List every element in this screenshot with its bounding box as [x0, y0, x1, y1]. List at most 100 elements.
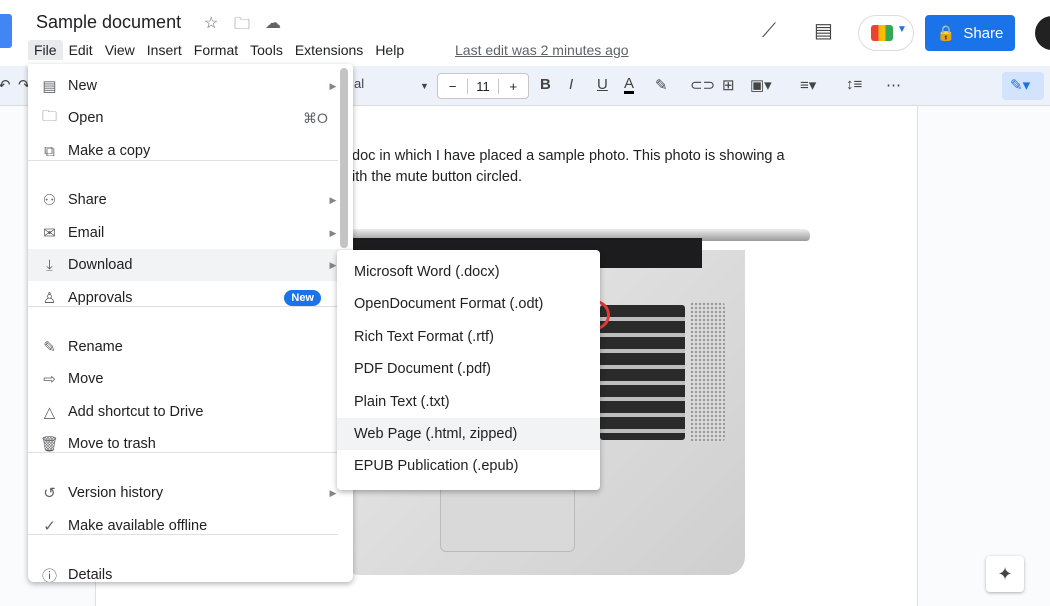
file-menu-item-new[interactable]: ▤ New ▶ — [28, 70, 353, 102]
chevron-down-icon: ▼ — [897, 24, 907, 35]
download-option[interactable]: Microsoft Word (.docx) — [337, 256, 600, 288]
offline-icon: ✓ — [43, 518, 56, 535]
paragraph-line: doc in which I have placed a sample phot… — [352, 148, 785, 164]
editing-mode-button[interactable]: ✎▾ — [1002, 72, 1044, 100]
menu-file[interactable]: File — [28, 40, 63, 60]
explore-button[interactable]: ✦ — [986, 556, 1024, 592]
menu-item-label: Approvals — [68, 290, 133, 306]
last-edit-link[interactable]: Last edit was 2 minutes ago — [455, 42, 629, 58]
share-button[interactable]: 🔒 Share — [925, 15, 1015, 51]
download-option[interactable]: PDF Document (.pdf) — [337, 353, 600, 385]
docs-logo-icon[interactable] — [0, 14, 12, 48]
cloud-status-icon[interactable]: ☁ — [265, 13, 281, 33]
document-title[interactable]: Sample document — [36, 12, 181, 33]
file-menu-item-approvals[interactable]: ♙ Approvals New — [28, 282, 353, 314]
menu-item-label: Add shortcut to Drive — [68, 404, 204, 420]
meet-icon — [871, 25, 893, 41]
download-icon: ⤓ — [46, 256, 53, 274]
menu-item-label: Version history — [68, 485, 164, 501]
pencil-icon: ✎▾ — [1010, 77, 1031, 94]
more-icon[interactable]: ⋯ — [886, 76, 901, 94]
menu-tools[interactable]: Tools — [244, 40, 289, 60]
file-menu-item-share[interactable]: ⚇ Share ▶ — [28, 184, 353, 216]
star-icon[interactable]: ☆ — [204, 13, 218, 33]
document-paragraph[interactable]: doc in which I have placed a sample phot… — [352, 146, 812, 188]
history-icon: ↺ — [43, 485, 56, 502]
link-icon[interactable]: ⊂⊃ — [690, 76, 715, 94]
menu-item-label: Email — [68, 225, 105, 241]
decrease-font-size-button[interactable]: − — [438, 79, 467, 94]
menu-item-label: New — [68, 78, 98, 94]
file-menu-item-make-a-copy[interactable]: ⧉ Make a copy — [28, 135, 353, 167]
italic-icon[interactable]: I — [569, 76, 573, 93]
file-menu-item-version-history[interactable]: ↺ Version history ▶ — [28, 477, 353, 509]
explore-icon: ✦ — [997, 564, 1013, 584]
drive-shortcut-icon: △ — [43, 404, 56, 421]
move-icon: ⇨ — [43, 371, 56, 388]
increase-font-size-button[interactable]: + — [499, 79, 528, 94]
download-option[interactable]: EPUB Publication (.epub) — [337, 450, 600, 482]
person-add-icon: ⚇ — [42, 192, 57, 209]
menu-edit[interactable]: Edit — [63, 40, 99, 60]
underline-icon[interactable]: U — [597, 76, 608, 93]
download-option[interactable]: Rich Text Format (.rtf) — [337, 321, 600, 353]
bold-icon[interactable]: B — [540, 76, 551, 93]
font-dropdown-icon[interactable]: ▼ — [420, 81, 429, 91]
line-spacing-icon[interactable]: ↕≡ — [846, 76, 862, 93]
menu-item-label: Details — [68, 567, 113, 582]
align-icon[interactable]: ≡▾ — [800, 76, 816, 94]
menu-item-label: Move — [68, 371, 104, 387]
menu-item-label: Open — [68, 110, 104, 126]
comments-icon[interactable]: ▤ — [814, 18, 833, 43]
highlight-icon[interactable]: ✎ — [655, 76, 668, 94]
move-folder-icon[interactable]: 🗀 — [234, 13, 250, 40]
file-menu: ▤ New ▶ 🗀 Open ⌘O ⧉ Make a copy ⚇ Share ▶ ✉ Email ▶ ⤓ D… — [28, 64, 353, 582]
menu-scrollbar[interactable] — [340, 68, 348, 248]
menu-view[interactable]: View — [99, 40, 141, 60]
file-menu-item-download[interactable]: ⤓ Download ▶ — [28, 249, 353, 281]
lock-icon: 🔒 — [936, 25, 956, 42]
file-menu-item-move-to-trash[interactable]: 🗑 Move to trash — [28, 428, 353, 460]
download-option[interactable]: Web Page (.html, zipped) — [337, 418, 600, 450]
text-color-icon[interactable]: A — [624, 76, 635, 94]
menu-item-label: Download — [68, 257, 133, 273]
download-option[interactable]: Plain Text (.txt) — [337, 386, 600, 418]
menu-format[interactable]: Format — [188, 40, 244, 60]
menu-extensions[interactable]: Extensions — [289, 40, 369, 60]
meet-button[interactable]: ▼ — [858, 15, 914, 51]
menu-insert[interactable]: Insert — [141, 40, 188, 60]
menu-item-label: Make available offline — [68, 518, 208, 534]
menu-item-label: Share — [68, 192, 107, 208]
font-size-input[interactable]: 11 — [467, 78, 499, 94]
menu-help[interactable]: Help — [369, 40, 410, 60]
info-icon: ⓘ — [41, 567, 57, 583]
menu-item-label: Make a copy — [68, 143, 151, 159]
font-select[interactable]: al — [354, 76, 364, 91]
download-submenu: Microsoft Word (.docx) OpenDocument Forma… — [337, 250, 600, 490]
insert-image-icon[interactable]: ▣▾ — [750, 76, 772, 94]
undo-icon[interactable]: ↶ — [0, 76, 11, 94]
file-menu-item-add-shortcut-to-drive[interactable]: △ Add shortcut to Drive — [28, 396, 353, 428]
menu-item-label: Rename — [68, 339, 123, 355]
font-size-stepper[interactable]: − 11 + — [437, 73, 529, 99]
file-menu-item-details[interactable]: ⓘ Details — [28, 559, 353, 582]
trash-icon: 🗑 — [39, 436, 60, 453]
document-icon: ▤ — [42, 78, 57, 95]
menu-divider — [28, 452, 338, 453]
rename-icon: ✎ — [43, 339, 56, 356]
file-menu-item-move[interactable]: ⇨ Move — [28, 363, 353, 395]
file-menu-item-rename[interactable]: ✎ Rename — [28, 331, 353, 363]
menu-divider — [28, 534, 338, 535]
speaker-grille — [690, 302, 725, 442]
download-option[interactable]: OpenDocument Format (.odt) — [337, 288, 600, 320]
file-menu-item-open[interactable]: 🗀 Open ⌘O — [28, 102, 353, 134]
folder-icon: 🗀 — [41, 107, 57, 125]
share-label: Share — [963, 24, 1004, 42]
file-menu-item-make-available-offline[interactable]: ✓ Make available offline — [28, 510, 353, 542]
activity-trend-icon[interactable]: ⟋ — [762, 20, 776, 43]
approvals-icon: ♙ — [42, 290, 57, 307]
file-menu-item-email[interactable]: ✉ Email ▶ — [28, 217, 353, 249]
laptop-keyboard — [600, 305, 685, 440]
add-comment-icon[interactable]: ⊞ — [722, 76, 735, 94]
menu-divider — [28, 160, 338, 161]
